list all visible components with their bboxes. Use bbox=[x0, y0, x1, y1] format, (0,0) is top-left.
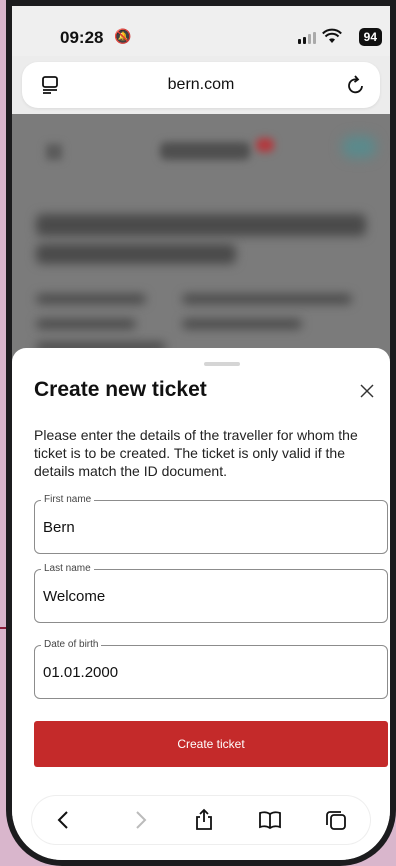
status-bar: 09:28 🔕 94 bbox=[12, 6, 390, 56]
blurred-text bbox=[182, 319, 302, 329]
first-name-value[interactable]: Bern bbox=[43, 519, 75, 536]
blurred-back-icon bbox=[46, 144, 62, 160]
last-name-field[interactable]: Last name Welcome bbox=[34, 563, 388, 623]
bookmarks-icon[interactable] bbox=[258, 808, 282, 832]
first-name-field[interactable]: First name Bern bbox=[34, 494, 388, 554]
sheet-intro-text: Please enter the details of the travelle… bbox=[34, 427, 358, 479]
phone-screen: 09:28 🔕 94 bern.com Create new ticket Pl… bbox=[12, 6, 390, 860]
battery-indicator: 94 bbox=[358, 28, 382, 46]
date-of-birth-field[interactable]: Date of birth 01.01.2000 bbox=[34, 639, 388, 699]
date-of-birth-value[interactable]: 01.01.2000 bbox=[43, 664, 118, 681]
close-icon[interactable] bbox=[354, 378, 380, 404]
sheet-title: Create new ticket bbox=[34, 378, 207, 401]
blurred-page-background bbox=[12, 114, 390, 374]
first-name-label: First name bbox=[41, 494, 95, 505]
last-name-value[interactable]: Welcome bbox=[43, 588, 105, 605]
url-text: bern.com bbox=[167, 76, 235, 93]
address-bar[interactable]: bern.com bbox=[22, 62, 380, 108]
create-ticket-sheet: Create new ticket Please enter the detai… bbox=[12, 348, 390, 860]
sheet-grabber[interactable] bbox=[204, 362, 240, 366]
share-icon[interactable] bbox=[192, 808, 216, 832]
blurred-logo-mark bbox=[256, 138, 274, 152]
last-name-label: Last name bbox=[41, 563, 94, 574]
silent-bell-icon: 🔕 bbox=[114, 28, 132, 44]
status-time: 09:28 bbox=[60, 28, 104, 47]
back-icon[interactable] bbox=[52, 808, 76, 832]
browser-toolbar bbox=[32, 796, 370, 844]
phone-frame: 09:28 🔕 94 bern.com Create new ticket Pl… bbox=[6, 0, 396, 866]
tabs-icon[interactable] bbox=[324, 808, 348, 832]
create-ticket-button[interactable]: Create ticket bbox=[34, 721, 388, 767]
blurred-logo bbox=[160, 142, 250, 160]
blurred-text bbox=[36, 294, 146, 304]
wifi-icon bbox=[322, 28, 342, 43]
reload-icon[interactable] bbox=[346, 74, 366, 96]
blurred-text bbox=[182, 294, 352, 304]
blurred-heading bbox=[36, 214, 366, 236]
blurred-avatar bbox=[342, 136, 376, 158]
blurred-text bbox=[36, 319, 136, 329]
blurred-heading bbox=[36, 244, 236, 264]
signal-icon bbox=[298, 32, 316, 44]
forward-icon[interactable] bbox=[128, 808, 152, 832]
date-of-birth-label: Date of birth bbox=[41, 639, 102, 650]
